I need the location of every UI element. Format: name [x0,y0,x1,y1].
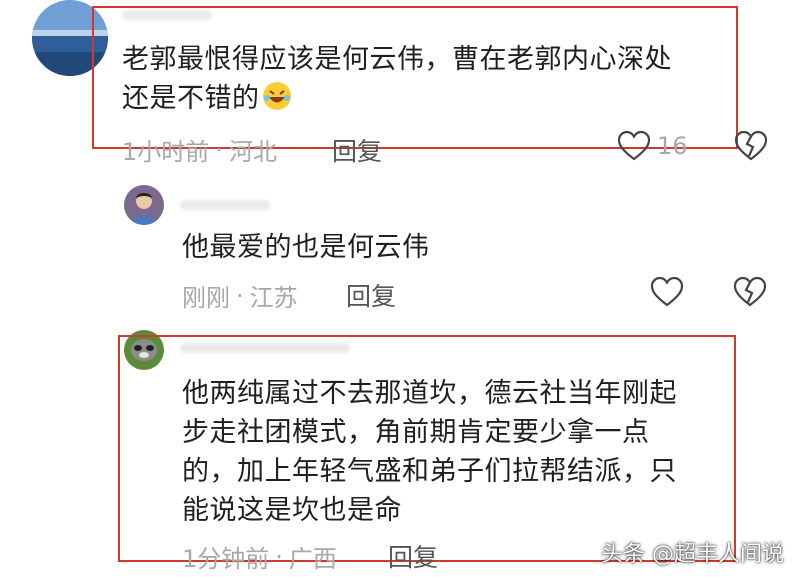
username[interactable] [180,200,270,210]
heart-icon [617,130,651,161]
reply-button[interactable]: 回复 [332,132,382,168]
comment-line: 他最爱的也是何云伟 [182,232,430,263]
timestamp: 刚刚 [182,284,230,312]
comment-text: 他两纯属过不去那道坎，德云社当年刚起 步走社团模式，角前期肯定要少拿一点 的，加… [182,374,677,530]
dislike-button[interactable] [733,276,767,308]
comment-text: 他最爱的也是何云伟 [182,228,430,267]
comment-meta: 1分钟前 · 广西 [182,539,337,574]
dislike-button[interactable] [734,130,768,162]
reply-button[interactable]: 回复 [388,538,438,574]
reply-button[interactable]: 回复 [346,277,396,313]
timestamp: 1分钟前 [182,545,270,573]
comment-meta: 刚刚 · 江苏 [182,278,298,313]
comment-line: 他两纯属过不去那道坎，德云社当年刚起 [182,378,677,409]
like-button[interactable] [617,130,651,162]
comment-line: 老郭最恨得应该是何云伟，曹在老郭内心深处 [122,44,672,75]
avatar[interactable] [124,185,164,225]
broken-heart-icon [734,130,768,161]
avatar-person-image [124,185,164,225]
meta-separator: · [215,135,223,164]
heart-icon [650,276,684,307]
like-count: 16 [657,132,688,160]
comment-line: 的，加上年轻气盛和弟子们拉帮结派，只 [182,456,677,487]
timestamp: 1小时前 [122,138,210,166]
location: 广西 [288,545,337,573]
like-button[interactable] [650,276,684,308]
comment-line: 还是不错的 [122,79,672,118]
meta-separator: · [275,542,283,571]
comment-line: 步走社团模式，角前期肯定要少拿一点 [182,417,650,448]
meta-separator: · [236,281,244,310]
comment-text: 老郭最恨得应该是何云伟，曹在老郭内心深处 还是不错的 [122,40,672,118]
broken-heart-icon [733,276,767,307]
comment-line: 能说这是坎也是命 [182,495,402,526]
location: 河北 [228,138,277,166]
comment-meta: 1小时前 · 河北 [122,132,277,167]
watermark: 头条 @超丰人间说 [601,542,784,567]
rolling-laughing-emoji-icon [262,81,292,111]
location: 江苏 [249,284,298,312]
